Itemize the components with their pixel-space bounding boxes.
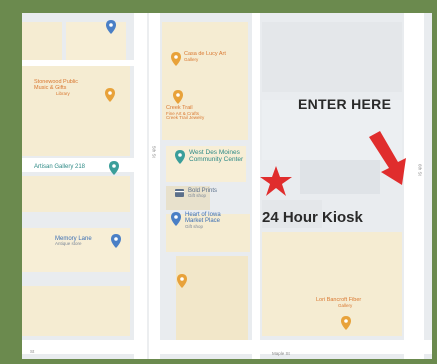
road-vertical <box>134 13 160 359</box>
poi-name: Heart of Iowa <box>185 212 221 218</box>
street-label: St <box>30 349 35 354</box>
block <box>22 22 62 60</box>
street-label-maple: Maple St <box>272 351 290 356</box>
poi-heart-of-iowa[interactable]: Heart of Iowa Market Place Gift shop <box>185 212 221 229</box>
road-horizontal <box>22 60 134 66</box>
road-vertical <box>252 13 260 359</box>
gift-icon <box>175 189 184 197</box>
map-frame: Casa de Lucy Art Gallery Stonewood Publi… <box>0 0 437 364</box>
block <box>162 22 248 140</box>
street-label-vertical: 5th St <box>151 146 157 158</box>
block <box>176 256 248 342</box>
road-horizontal <box>22 340 432 354</box>
kiosk-label: 24 Hour Kiosk <box>262 209 363 226</box>
poi-name: Artisan Gallery 218 <box>34 164 86 170</box>
poi-memory-lane[interactable]: Memory Lane Antique store <box>55 236 92 247</box>
poi-subtitle: Library <box>56 90 70 96</box>
poi-subtitle: Gift shop <box>188 193 207 199</box>
enter-here-label: ENTER HERE <box>298 96 392 112</box>
poi-bold-prints[interactable]: Bold Prints Gift shop <box>188 188 217 199</box>
block <box>22 176 130 212</box>
poi-subtitle: Gallery <box>338 302 353 308</box>
block <box>22 286 130 336</box>
block <box>300 160 380 194</box>
poi-subtitle: Gallery <box>184 56 199 62</box>
block <box>262 232 402 336</box>
poi-west-des-moines-community-center[interactable]: West Des Moines Community Center <box>189 149 244 164</box>
poi-casa-de-lucy[interactable]: Casa de Lucy Art Gallery <box>184 51 226 62</box>
poi-lori-bancroft[interactable]: Lori Bancroft Fiber Gallery <box>316 297 361 308</box>
poi-name-line2: Music & Gifts <box>34 84 67 91</box>
street-label-vertical: 6th St <box>417 164 423 176</box>
block <box>262 22 402 92</box>
poi-stonewood-library[interactable]: Stonewood Public Music & Gifts Library <box>34 79 78 96</box>
poi-subtitle: Creek Trail Jewelry <box>166 115 205 121</box>
poi-subtitle: Antique store <box>55 241 82 247</box>
poi-artisan-gallery[interactable]: Artisan Gallery 218 <box>34 164 85 170</box>
road-vertical <box>404 13 424 359</box>
poi-creek-trail[interactable]: Creek Trail Fine Art & Crafts Creek Trai… <box>166 105 205 121</box>
block <box>66 22 126 60</box>
poi-subtitle: Gift shop <box>185 223 204 229</box>
poi-name-line2: Community Center <box>189 155 244 163</box>
